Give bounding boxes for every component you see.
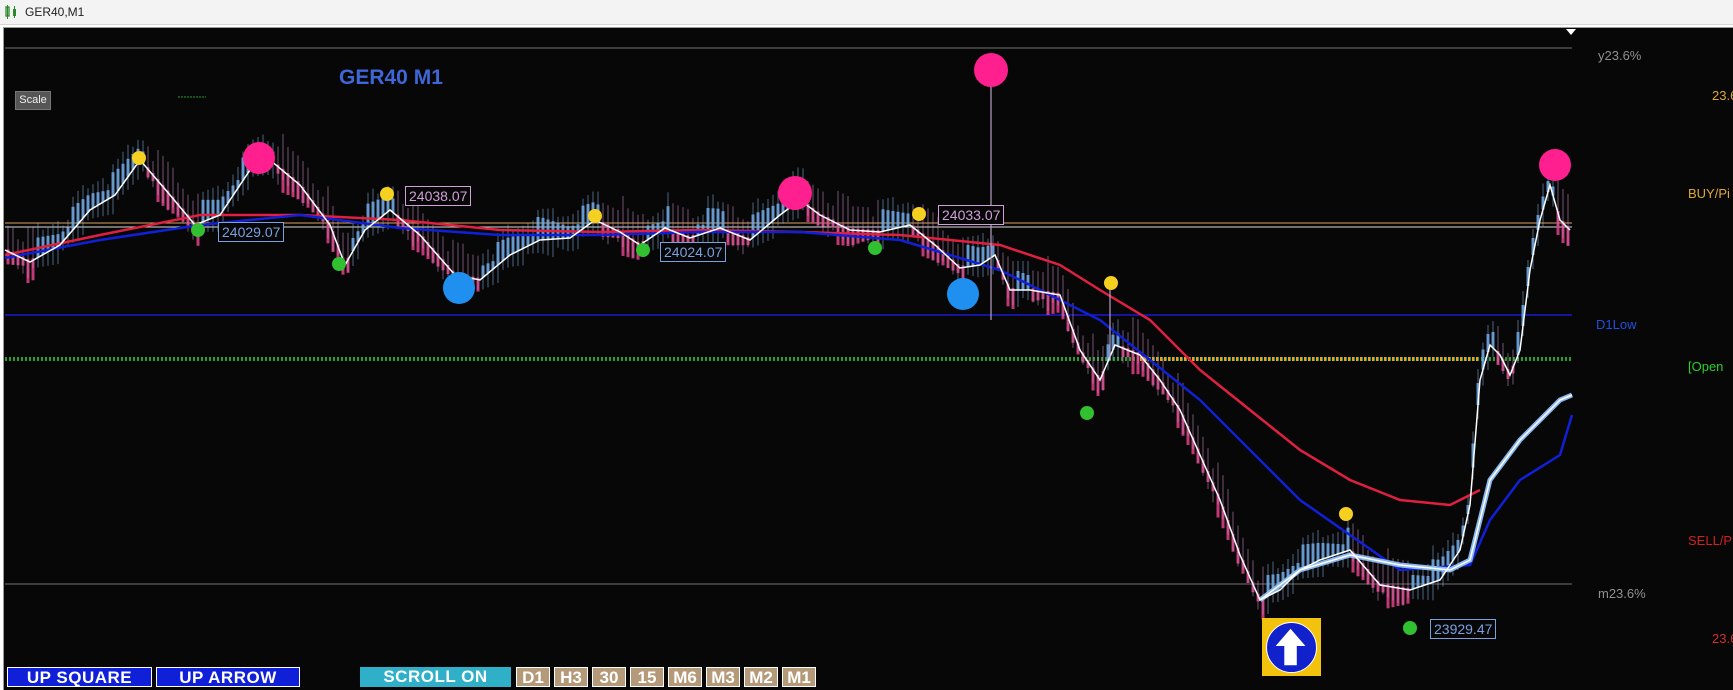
tf-button-m3[interactable]: M3: [706, 667, 740, 687]
buy-arrow-signal: [1262, 618, 1321, 676]
tf-button-m1[interactable]: M1: [782, 667, 816, 687]
buy-pi-label: BUY/Pi: [1688, 186, 1730, 201]
d1low-label: D1Low: [1596, 317, 1637, 332]
fib-top-label: y23.6%: [1598, 48, 1642, 63]
price-label-24038: 24038.07: [405, 186, 472, 206]
tf-button-m2[interactable]: M2: [744, 667, 778, 687]
scale-button[interactable]: Scale: [15, 91, 51, 110]
tf-button-15[interactable]: 15: [630, 667, 664, 687]
fib-top-value: 23.6: [1712, 88, 1733, 103]
window-titlebar: GER40,M1: [0, 0, 1733, 25]
fib-bottom-label: m23.6%: [1598, 586, 1646, 601]
price-label-24033: 24033.07: [938, 205, 1005, 225]
chart-title: GER40 M1: [339, 66, 443, 89]
tf-button-d1[interactable]: D1: [516, 667, 550, 687]
chart-area[interactable]: [3, 27, 1733, 690]
tf-button-h3[interactable]: H3: [554, 667, 588, 687]
up-arrow-icon: [1275, 628, 1306, 666]
fib-bottom-value: 23.6: [1712, 631, 1733, 646]
window-title: GER40,M1: [25, 5, 85, 19]
chart-window-icon: [5, 5, 16, 19]
price-label-23929: 23929.47: [1430, 619, 1497, 639]
scroll-on-button[interactable]: SCROLL ON: [360, 667, 511, 687]
buy-arrow-circle: [1266, 622, 1317, 673]
open-label: [Open: [1688, 359, 1724, 374]
up-arrow-button[interactable]: UP ARROW: [156, 667, 300, 687]
price-label-24029: 24029.07: [218, 222, 285, 242]
sell-p-label: SELL/P: [1688, 533, 1733, 548]
tf-button-30[interactable]: 30: [592, 667, 626, 687]
price-label-24024: 24024.07: [660, 242, 727, 262]
tf-button-m6[interactable]: M6: [668, 667, 702, 687]
up-square-button[interactable]: UP SQUARE: [7, 667, 152, 687]
